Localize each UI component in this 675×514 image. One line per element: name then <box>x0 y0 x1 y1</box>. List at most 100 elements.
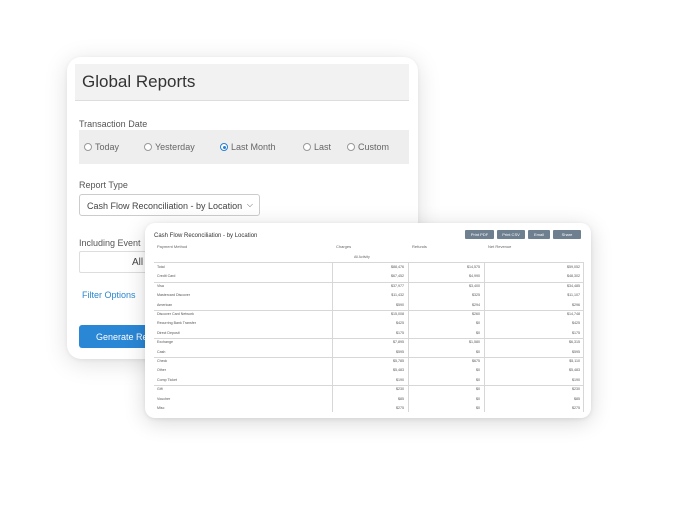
table-cell: $5,785 <box>393 359 404 363</box>
radio-label: Yesterday <box>155 142 195 152</box>
table-cell: $0 <box>476 321 480 326</box>
table-cell: $0 <box>476 396 480 401</box>
row-divider <box>154 357 584 358</box>
table-cell: $1,580 <box>469 340 480 345</box>
table-cell: $48,302 <box>567 274 580 279</box>
report-type-select[interactable]: Cash Flow Reconciliation - by Location ⌵ <box>79 194 260 216</box>
table-cell: $275 <box>572 406 580 410</box>
radio-label: Today <box>95 142 120 152</box>
filter-options-link[interactable]: Filter Options <box>82 290 136 300</box>
row-divider <box>154 385 584 387</box>
table-cell: $425 <box>572 321 580 326</box>
row-label: Other <box>157 368 166 373</box>
generate-report-label: Generate Re <box>96 332 148 342</box>
chevron-down-icon: ⌵ <box>246 200 253 209</box>
radio-circle-icon[interactable] <box>303 143 311 151</box>
radio-label: Last <box>314 142 332 152</box>
including-events-label: Including Event <box>79 238 141 248</box>
table-cell: $14,575 <box>467 265 480 269</box>
row-label: Misc <box>157 406 165 410</box>
table-cell: $275 <box>396 406 404 410</box>
row-divider <box>154 281 584 283</box>
column-header: Refunds <box>412 244 427 249</box>
column-divider <box>484 262 485 412</box>
table-row: Discover Card Network $15,008 $260 $14,748 <box>154 310 584 319</box>
column-header: Charges <box>336 244 352 249</box>
table-row: Direct Deposit $175 $0 $175 <box>154 329 584 338</box>
report-type-label: Report Type <box>79 180 128 190</box>
table-row: Other $5,483 $0 $5,483 <box>154 366 584 375</box>
share-button[interactable]: Share <box>553 230 581 239</box>
email-button[interactable]: Email <box>528 230 550 239</box>
row-label: Mastercard Discover <box>157 293 190 298</box>
radio-label: Last Month <box>231 142 276 152</box>
radio-yesterday[interactable]: Yesterday <box>144 142 195 152</box>
table-cell: $0 <box>476 377 480 382</box>
row-divider <box>154 338 584 340</box>
row-divider <box>154 310 584 311</box>
row-label: Cash <box>157 349 166 354</box>
table-cell: $15,008 <box>391 312 404 316</box>
table-cell: $14,748 <box>567 312 580 316</box>
table-cell: $325 <box>472 293 480 298</box>
row-label: Recurring Bank Transfer <box>157 321 196 326</box>
radio-label: Custom <box>358 142 390 152</box>
table-cell: $175 <box>396 330 404 335</box>
radio-today[interactable]: Today <box>84 142 119 152</box>
table-cell: $85 <box>574 396 580 401</box>
table-cell: $0 <box>476 330 480 335</box>
cash-flow-report-card: Cash Flow Reconciliation - by Location P… <box>145 223 591 418</box>
table-cell: $230 <box>572 387 580 392</box>
table-cell: $5,483 <box>393 368 404 373</box>
table-cell: $425 <box>396 321 404 326</box>
column-header: Payment Method <box>157 244 188 249</box>
table-cell: $294 <box>472 302 480 307</box>
table-row: American $590 $294 $296 <box>154 301 584 310</box>
print-pdf-button[interactable]: Print PDF <box>465 230 494 239</box>
row-label: Voucher <box>157 396 171 401</box>
radio-last-month[interactable]: Last Month <box>220 142 276 152</box>
table-cell: $190 <box>396 377 404 382</box>
marketing-stage: Global Reports Transaction Date Today Ye… <box>0 0 675 514</box>
table-row: Exchange $7,895 $1,580 $6,315 <box>154 338 584 347</box>
table-cell: $0 <box>476 406 480 410</box>
row-label: Exchange <box>157 340 173 345</box>
column-divider <box>408 262 409 412</box>
table-cell: $11,432 <box>391 293 404 298</box>
radio-last[interactable]: Last <box>303 142 331 152</box>
table-row: Voucher $85 $0 $85 <box>154 395 584 404</box>
table-cell: $0 <box>476 349 480 354</box>
column-subheader: All Activity <box>354 255 370 259</box>
row-label: Check <box>157 359 168 363</box>
table-row: Check $5,785 $675 $5,110 <box>154 357 584 366</box>
table-cell: $296 <box>572 302 580 307</box>
table-cell: $11,107 <box>567 293 580 298</box>
column-header: Net Revenue <box>488 244 512 249</box>
table-cell: $6,315 <box>569 340 580 345</box>
table-cell: $595 <box>572 349 580 354</box>
transaction-date-label: Transaction Date <box>79 119 148 129</box>
transaction-date-radio-group: Today Yesterday Last Month Last Custom <box>79 130 409 164</box>
table-cell: $4,990 <box>469 274 480 279</box>
report-title: Cash Flow Reconciliation - by Location <box>154 233 258 239</box>
row-label: American <box>157 302 173 307</box>
table-row: Comp Ticket $190 $0 $190 <box>154 376 584 385</box>
table-cell: $85 <box>398 396 404 401</box>
table-cell: $5,110 <box>569 359 580 363</box>
table-row: Total $88,476 $14,575 $59,052 <box>154 263 584 272</box>
table-row: Credit Card $67,452 $4,990 $48,302 <box>154 272 584 281</box>
radio-circle-icon[interactable] <box>84 143 92 151</box>
radio-custom[interactable]: Custom <box>347 142 389 152</box>
radio-selected-icon[interactable] <box>220 143 228 151</box>
column-divider <box>332 262 333 412</box>
row-label: Credit Card <box>157 274 176 279</box>
radio-circle-icon[interactable] <box>347 143 355 151</box>
table-row: Mastercard Discover $11,432 $325 $11,107 <box>154 291 584 300</box>
table-cell: $590 <box>396 302 404 307</box>
table-cell: $3,400 <box>469 283 480 288</box>
table-cell: $7,895 <box>393 340 404 345</box>
table-cell: $34,485 <box>567 283 580 288</box>
radio-circle-icon[interactable] <box>144 143 152 151</box>
print-csv-button[interactable]: Print CSV <box>497 230 525 239</box>
row-label: Gift <box>157 387 163 392</box>
